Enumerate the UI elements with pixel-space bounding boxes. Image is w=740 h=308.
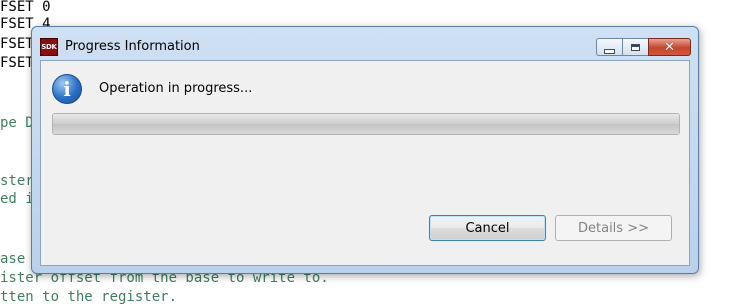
close-button[interactable]: ✕ bbox=[648, 38, 691, 56]
close-icon: ✕ bbox=[664, 39, 675, 55]
maximize-icon bbox=[631, 43, 640, 51]
window-controls: ✕ bbox=[596, 38, 691, 56]
minimize-icon bbox=[604, 49, 615, 54]
code-line: FSET bbox=[0, 55, 34, 71]
code-line: pe D bbox=[0, 115, 34, 131]
progress-dialog: SDK Progress Information ✕ i Operation i… bbox=[31, 26, 699, 274]
maximize-button[interactable] bbox=[622, 38, 648, 56]
dialog-body: i Operation in progress... Cancel Detail… bbox=[40, 60, 690, 266]
cancel-button[interactable]: Cancel bbox=[429, 215, 546, 241]
title-bar[interactable]: SDK Progress Information ✕ bbox=[32, 27, 698, 60]
code-line: ed i bbox=[0, 191, 34, 207]
progress-bar-fill bbox=[53, 114, 679, 134]
code-line: FSET bbox=[0, 36, 34, 52]
details-button[interactable]: Details >> bbox=[555, 215, 672, 241]
code-line: ase bbox=[0, 251, 26, 267]
dialog-title: Progress Information bbox=[65, 39, 200, 54]
progress-bar bbox=[52, 113, 680, 135]
sdk-app-icon: SDK bbox=[40, 38, 58, 56]
progress-message: Operation in progress... bbox=[99, 81, 253, 96]
minimize-button[interactable] bbox=[596, 38, 622, 56]
information-icon: i bbox=[52, 74, 82, 104]
code-line: tten to the register. bbox=[0, 289, 178, 305]
